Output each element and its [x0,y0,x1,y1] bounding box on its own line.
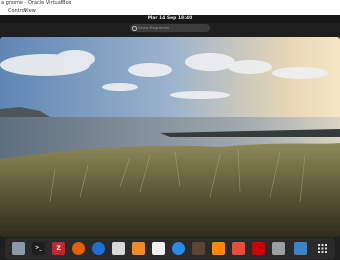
app-grid-icon[interactable] [316,242,329,255]
clock[interactable]: Mar 14 Sep 18:40 [148,16,193,21]
text-editor-icon[interactable] [152,242,165,255]
network-settings-icon[interactable] [294,242,307,255]
printer-icon[interactable] [272,242,285,255]
git-icon[interactable] [232,242,245,255]
vm-screen: Mar 14 Sep 18:40 Cerca Programmi >_ Z [0,15,340,260]
menu-bar: Control View [0,7,340,15]
search-placeholder: Cerca Programmi [138,26,170,30]
search-icon [132,26,137,31]
wallpaper [0,37,340,237]
safari-icon[interactable] [172,242,185,255]
top-bar: Mar 14 Sep 18:40 [0,15,340,23]
search-input[interactable]: Cerca Programmi [130,24,210,32]
terminal-icon[interactable]: >_ [32,242,45,255]
firefox-icon[interactable] [72,242,85,255]
rss-icon[interactable] [132,242,145,255]
software-icon[interactable] [112,242,125,255]
thunderbird-icon[interactable] [92,242,105,255]
files-icon[interactable] [12,242,25,255]
vlc-icon[interactable] [212,242,225,255]
monkey-icon[interactable] [192,242,205,255]
window-title: a gnome - Oracle VirtualBox [0,0,340,7]
filezilla-icon[interactable]: Z [52,242,65,255]
menu-view[interactable]: View [24,7,36,15]
redhat-icon[interactable] [252,242,265,255]
dock: >_ Z [5,238,335,259]
